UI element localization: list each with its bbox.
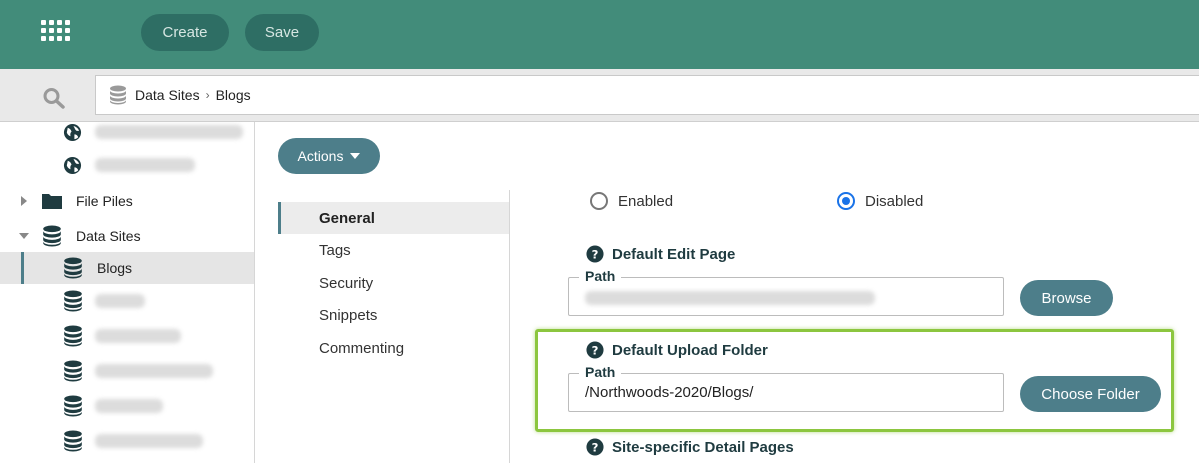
top-toolbar: Create Save <box>0 0 1199 69</box>
blurred-label <box>95 399 163 413</box>
subnav-commenting[interactable]: Commenting <box>278 332 509 364</box>
radio-off-icon[interactable] <box>590 192 608 210</box>
actions-button[interactable]: Actions <box>278 138 380 174</box>
sidebar-item-blogs[interactable]: Blogs <box>0 252 254 284</box>
upload-folder-path-field[interactable]: Path /Northwoods-2020/Blogs/ <box>568 364 1004 412</box>
site-specific-detail-pages-title: ? Site-specific Detail Pages <box>586 438 794 456</box>
breadcrumb-separator-icon: › <box>205 88 210 102</box>
sidebar-item-label: Data Sites <box>76 228 141 244</box>
subnav-general[interactable]: General <box>278 202 509 234</box>
tree-item[interactable] <box>0 425 254 457</box>
sidebar-item-file-piles[interactable]: File Piles <box>0 185 254 217</box>
default-upload-folder-title: ? Default Upload Folder <box>586 341 768 359</box>
create-button[interactable]: Create <box>141 14 229 51</box>
choose-folder-button[interactable]: Choose Folder <box>1020 376 1161 412</box>
settings-subnav: General Tags Security Snippets Commentin… <box>278 190 510 463</box>
subnav-security[interactable]: Security <box>278 267 509 299</box>
blurred-label <box>95 434 203 448</box>
tree-item[interactable] <box>0 320 254 352</box>
database-icon <box>64 395 82 417</box>
globe-icon <box>63 123 82 142</box>
tree-item[interactable] <box>0 149 254 181</box>
sidebar-item-label: File Piles <box>76 193 133 209</box>
path-legend: Path <box>579 268 622 284</box>
caret-down-icon <box>350 153 361 159</box>
sidebar-item-label: Blogs <box>97 260 133 276</box>
tree-item[interactable] <box>0 116 254 148</box>
collapse-arrow-icon[interactable] <box>19 233 29 239</box>
database-icon <box>64 360 82 382</box>
default-edit-page-path-field[interactable]: Path <box>568 268 1004 316</box>
database-icon <box>43 225 61 247</box>
svg-text:?: ? <box>592 248 599 262</box>
sidebar-item-data-sites[interactable]: Data Sites <box>0 220 254 252</box>
database-icon <box>64 290 82 312</box>
subnav-tags[interactable]: Tags <box>278 234 509 266</box>
save-button[interactable]: Save <box>245 14 319 51</box>
browse-button[interactable]: Browse <box>1020 280 1113 316</box>
help-icon[interactable]: ? <box>586 341 604 359</box>
breadcrumb: Data Sites › Blogs <box>95 75 1199 115</box>
search-breadcrumb-row: Data Sites › Blogs <box>0 69 1199 122</box>
apps-grid-icon[interactable] <box>41 20 70 42</box>
default-edit-page-title: ? Default Edit Page <box>586 245 735 263</box>
disabled-label: Disabled <box>865 192 924 210</box>
globe-icon <box>63 156 82 175</box>
help-icon[interactable]: ? <box>586 245 604 263</box>
help-icon[interactable]: ? <box>586 438 604 456</box>
radio-on-icon[interactable] <box>837 192 855 210</box>
breadcrumb-root[interactable]: Data Sites <box>135 87 200 103</box>
svg-text:?: ? <box>592 344 599 358</box>
enabled-label: Enabled <box>618 192 674 210</box>
breadcrumb-current: Blogs <box>215 87 251 103</box>
subnav-snippets[interactable]: Snippets <box>278 299 509 331</box>
tree-item[interactable] <box>0 355 254 387</box>
blurred-label <box>95 294 145 308</box>
svg-text:?: ? <box>592 441 599 455</box>
database-icon <box>64 325 82 347</box>
database-icon <box>64 430 82 452</box>
database-icon <box>64 257 82 279</box>
blurred-label <box>95 364 213 378</box>
blurred-label <box>95 158 195 172</box>
blurred-path-value <box>585 291 875 305</box>
tree-item[interactable] <box>0 285 254 317</box>
upload-folder-path-value[interactable]: /Northwoods-2020/Blogs/ <box>585 384 753 401</box>
sidebar-tree: File Piles Data Sites Blogs <box>0 122 255 463</box>
actions-label: Actions <box>297 148 344 164</box>
blurred-label <box>95 125 243 139</box>
expand-arrow-icon[interactable] <box>21 196 27 206</box>
folder-icon <box>42 194 62 209</box>
disabled-radio[interactable]: Disabled <box>837 192 923 210</box>
path-legend: Path <box>579 364 622 380</box>
tree-item[interactable] <box>0 390 254 422</box>
enabled-radio[interactable]: Enabled <box>590 192 673 210</box>
search-icon[interactable] <box>42 87 66 109</box>
blurred-label <box>95 329 181 343</box>
database-icon <box>110 85 126 105</box>
